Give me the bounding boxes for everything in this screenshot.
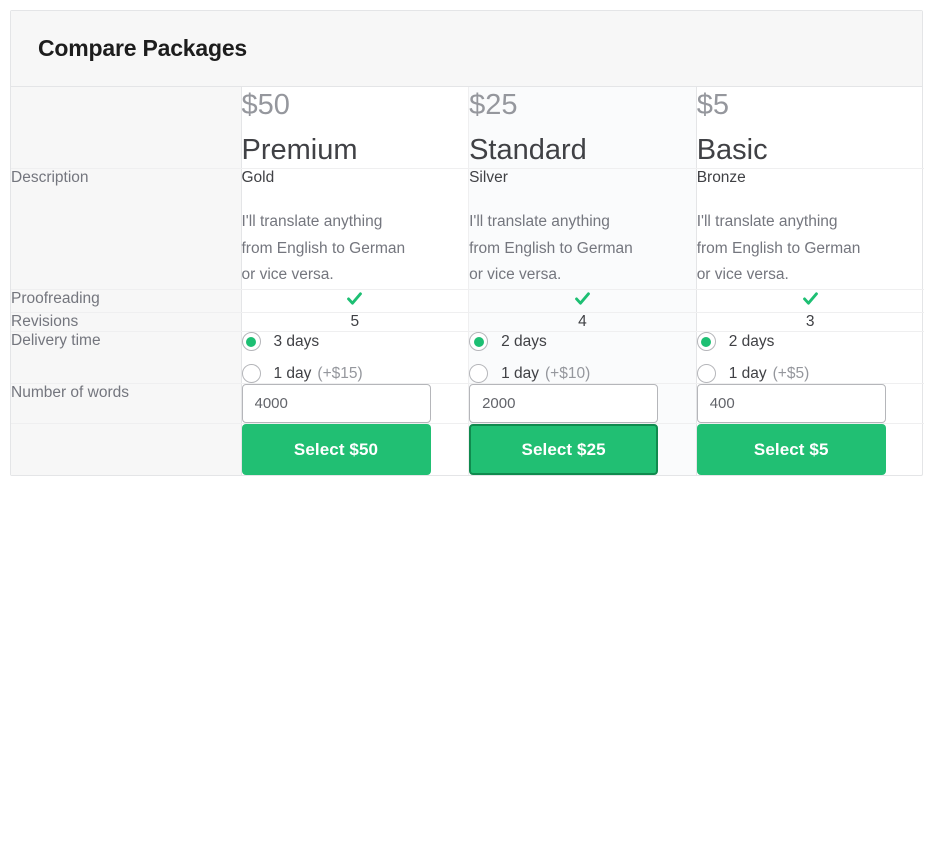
compare-packages-table: $50 Premium $25 Standard $5 Basic Descri… <box>11 87 924 476</box>
check-icon <box>574 290 591 307</box>
description-cell-premium: Gold I'll translate anything from Englis… <box>241 168 470 291</box>
radio-button-icon[interactable] <box>696 364 716 384</box>
radio-button-icon[interactable] <box>469 364 489 384</box>
radio-button-icon[interactable] <box>241 332 261 352</box>
package-header-basic: $5 Basic <box>696 87 924 170</box>
words-cell-standard <box>468 383 697 425</box>
proofreading-cell-basic <box>696 289 924 314</box>
revisions-cell-premium: 5 <box>241 312 470 333</box>
row-label-revisions: Revisions <box>11 312 242 333</box>
delivery-option-standard-standard[interactable]: 2 days <box>469 332 696 352</box>
package-header-standard: $25 Standard <box>468 87 697 170</box>
delivery-cell-basic: 2 days 1 day (+$5) <box>696 331 924 385</box>
delivery-option-label: 1 day <box>728 364 767 382</box>
words-cell-premium <box>241 383 470 425</box>
revisions-cell-standard: 4 <box>468 312 697 333</box>
page-root: Compare Packages $50 Premium $25 Standar… <box>0 0 934 850</box>
delivery-option-label: 1 day <box>273 364 312 382</box>
check-icon <box>802 290 819 307</box>
row-label-number-of-words: Number of words <box>11 383 242 425</box>
description-title: Gold <box>241 169 275 187</box>
delivery-option-label: 2 days <box>728 332 775 350</box>
table-row-proofreading: Proofreading <box>11 289 924 314</box>
package-price: $5 <box>696 89 729 121</box>
package-price: $50 <box>241 89 290 121</box>
compare-packages-card: Compare Packages $50 Premium $25 Standar… <box>10 10 924 477</box>
check-icon <box>346 290 363 307</box>
delivery-option-label: 3 days <box>273 332 320 350</box>
description-title: Bronze <box>696 169 746 187</box>
description-body: I'll translate anything from English to … <box>469 213 633 284</box>
table-row-revisions: Revisions 5 4 3 <box>11 312 924 333</box>
package-name: Standard <box>469 134 587 167</box>
description-body: I'll translate anything from English to … <box>241 213 406 284</box>
table-row-description: Description Gold I'll translate anything… <box>11 168 924 291</box>
description-title: Silver <box>469 169 508 187</box>
words-cell-basic <box>696 383 924 425</box>
delivery-option-surcharge: (+$10) <box>545 364 591 382</box>
words-input-standard[interactable] <box>469 384 659 424</box>
words-input-premium[interactable] <box>241 384 431 424</box>
proofreading-cell-premium <box>241 289 470 314</box>
description-body: I'll translate anything from English to … <box>696 213 861 284</box>
action-cell-basic: Select $5 <box>696 424 924 476</box>
description-cell-basic: Bronze I'll translate anything from Engl… <box>696 168 924 291</box>
delivery-cell-standard: 2 days 1 day (+$10) <box>468 331 697 385</box>
package-header-premium: $50 Premium <box>241 87 470 170</box>
row-label-delivery-time: Delivery time <box>11 331 242 385</box>
radio-button-icon[interactable] <box>469 332 489 352</box>
delivery-option-surcharge: (+$15) <box>317 364 363 382</box>
delivery-option-label: 1 day <box>501 364 540 382</box>
package-price: $25 <box>469 89 518 121</box>
delivery-option-surcharge: (+$5) <box>772 364 810 382</box>
delivery-option-label: 2 days <box>501 332 547 350</box>
package-name: Premium <box>241 134 358 167</box>
proofreading-cell-standard <box>468 289 697 314</box>
action-cell-empty <box>11 423 242 476</box>
table-row-select-actions: Select $50 Select $25 Select $5 <box>11 423 924 476</box>
radio-button-icon[interactable] <box>241 364 261 384</box>
delivery-option-premium-standard[interactable]: 3 days <box>241 332 469 352</box>
card-header: Compare Packages <box>11 11 922 87</box>
delivery-option-basic-standard[interactable]: 2 days <box>696 332 924 352</box>
delivery-option-standard-express[interactable]: 1 day (+$10) <box>469 364 696 384</box>
table-row-number-of-words: Number of words <box>11 383 924 425</box>
radio-button-icon[interactable] <box>696 332 716 352</box>
package-name: Basic <box>696 134 768 167</box>
row-label-proofreading: Proofreading <box>11 289 242 314</box>
header-cell-empty <box>11 87 242 170</box>
revisions-cell-basic: 3 <box>696 312 924 333</box>
delivery-option-premium-express[interactable]: 1 day (+$15) <box>241 364 469 384</box>
row-label-description: Description <box>11 168 242 291</box>
description-cell-standard: Silver I'll translate anything from Engl… <box>468 168 697 291</box>
table-row-package-headers: $50 Premium $25 Standard $5 Basic <box>11 87 924 170</box>
select-premium-button[interactable]: Select $50 <box>241 424 431 476</box>
select-basic-button[interactable]: Select $5 <box>696 424 886 476</box>
words-input-basic[interactable] <box>696 384 886 424</box>
table-row-delivery-time: Delivery time 3 days 1 day (+$15) 2 days… <box>11 331 924 385</box>
page-title: Compare Packages <box>38 35 248 61</box>
action-cell-premium: Select $50 <box>241 423 470 476</box>
action-cell-standard: Select $25 <box>468 423 697 476</box>
delivery-cell-premium: 3 days 1 day (+$15) <box>241 331 470 385</box>
delivery-option-basic-express[interactable]: 1 day (+$5) <box>696 364 924 384</box>
select-standard-button[interactable]: Select $25 <box>469 424 659 476</box>
